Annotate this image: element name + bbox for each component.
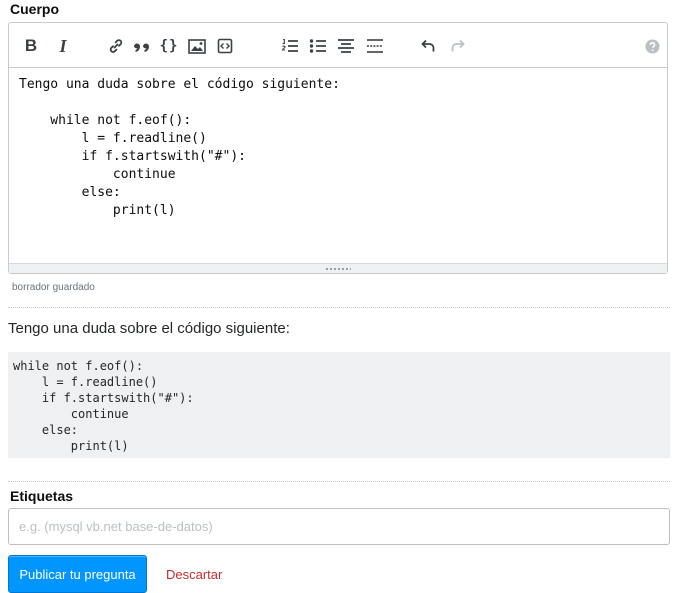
blockquote-icon: [134, 43, 149, 52]
horizontal-rule-icon: [367, 39, 383, 53]
ordered-list-icon: [281, 38, 298, 52]
link-button[interactable]: [105, 35, 127, 57]
italic-icon: I: [59, 35, 67, 56]
image-button[interactable]: [186, 35, 208, 57]
body-label: Cuerpo: [10, 1, 59, 17]
horizontal-rule-button[interactable]: [364, 35, 386, 57]
bulleted-list-icon: [309, 39, 326, 53]
preview-paragraph: Tengo una duda sobre el código siguiente…: [8, 320, 290, 337]
grip-dots-icon: [325, 266, 351, 271]
draft-status: borrador guardado: [12, 282, 95, 293]
body-textarea[interactable]: Tengo una duda sobre el código siguiente…: [9, 68, 667, 264]
discard-link[interactable]: Descartar: [166, 567, 222, 582]
link-icon: [109, 39, 123, 53]
undo-icon: [421, 39, 435, 52]
bulleted-list-button[interactable]: [307, 35, 329, 57]
divider: [8, 307, 670, 308]
bold-button[interactable]: B: [20, 35, 42, 57]
code-button[interactable]: {}: [158, 35, 180, 57]
image-icon: [188, 38, 206, 54]
heading-icon: [338, 39, 354, 53]
resize-grip[interactable]: [9, 263, 667, 273]
markdown-editor: B I {} Tengo una duda sobre el código si…: [8, 22, 668, 274]
blockquote-button[interactable]: [131, 35, 153, 57]
code-icon: {}: [159, 38, 179, 54]
bold-icon: B: [24, 36, 38, 55]
help-icon: [644, 38, 660, 54]
undo-button[interactable]: [418, 35, 440, 57]
snippet-button[interactable]: [214, 35, 236, 57]
redo-icon: [451, 39, 465, 52]
ordered-list-button[interactable]: [279, 35, 301, 57]
heading-button[interactable]: [335, 35, 357, 57]
help-button[interactable]: [641, 35, 663, 57]
divider: [8, 481, 670, 482]
italic-button[interactable]: I: [52, 35, 74, 57]
tags-label: Etiquetas: [10, 488, 74, 504]
submit-question-button[interactable]: Publicar tu pregunta: [8, 555, 147, 593]
preview-code-block: while not f.eof(): l = f.readline() if f…: [8, 352, 670, 458]
redo-button[interactable]: [446, 35, 468, 57]
editor-toolbar: B I {}: [9, 23, 667, 68]
snippet-icon: [217, 38, 233, 54]
tags-input[interactable]: [8, 508, 670, 545]
